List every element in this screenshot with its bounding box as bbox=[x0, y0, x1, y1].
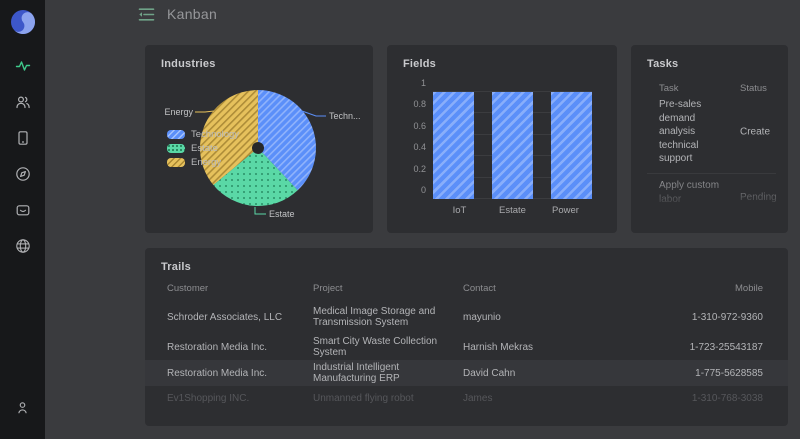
legend-label: Technology bbox=[191, 128, 240, 140]
divider bbox=[647, 173, 776, 174]
sidebar-item-profile[interactable] bbox=[8, 389, 38, 425]
cell-mobile: 1-310-768-3038 bbox=[691, 393, 763, 404]
fields-card-title: Fields bbox=[403, 58, 436, 70]
legend-item-technology[interactable]: Technology bbox=[167, 128, 240, 140]
x-axis-label: IoT bbox=[452, 205, 467, 216]
energy-swatch-icon bbox=[167, 157, 185, 167]
cell-customer: Restoration Media Inc. bbox=[167, 367, 268, 379]
fields-bar-chart: 0 0.2 0.4 0.6 0.8 1 bbox=[413, 78, 592, 199]
y-axis-tick: 0.4 bbox=[413, 142, 426, 153]
legend-label: Energy bbox=[191, 156, 222, 168]
sidebar-item-users[interactable] bbox=[8, 84, 38, 120]
sidebar bbox=[0, 0, 45, 439]
bar-iot bbox=[433, 92, 474, 199]
tasks-col-status: Status bbox=[740, 83, 767, 94]
industries-card: Industries Energy Techn... Estate Techno… bbox=[145, 45, 373, 233]
cell-project: Smart City Waste Collection System bbox=[313, 336, 438, 358]
cell-contact: James bbox=[463, 393, 493, 404]
pie-callout-technology: Techn... bbox=[329, 111, 361, 121]
bar-x-axis-labels: IoT Estate Power bbox=[433, 205, 592, 216]
task-status: Pending bbox=[740, 191, 777, 203]
inbox-icon bbox=[15, 202, 31, 218]
cell-mobile: 1-310-972-9360 bbox=[691, 311, 763, 323]
trails-col-customer: Customer bbox=[167, 282, 209, 294]
tasks-table-header: Task Status bbox=[659, 83, 774, 94]
y-axis-tick: 0.6 bbox=[413, 120, 426, 131]
legend-item-estate[interactable]: Estate bbox=[167, 142, 239, 154]
users-icon bbox=[15, 94, 31, 110]
pie-callout-energy: Energy bbox=[164, 107, 193, 117]
trails-col-project: Project bbox=[313, 282, 343, 294]
app-logo[interactable] bbox=[9, 8, 37, 36]
page-title: Kanban bbox=[167, 6, 218, 22]
cell-mobile: 1-775-5628585 bbox=[695, 367, 763, 379]
trails-col-contact: Contact bbox=[463, 282, 496, 294]
technology-swatch-icon bbox=[167, 129, 185, 139]
bar-estate bbox=[492, 92, 533, 199]
activity-icon bbox=[15, 58, 31, 74]
cell-project: Industrial Intelligent Manufacturing ERP bbox=[313, 362, 400, 384]
top-header: Kanban bbox=[45, 0, 800, 30]
fields-card: Fields 0 0.2 0.4 0.6 0.8 1 IoT Estate Power bbox=[387, 45, 617, 233]
cell-customer: Ev1Shopping INC. bbox=[167, 393, 250, 404]
sidebar-item-explore[interactable] bbox=[8, 156, 38, 192]
tasks-card: Tasks Task Status Pre-sales demand analy… bbox=[631, 45, 788, 233]
task-row: Pre-sales demand analysis technical supp… bbox=[659, 98, 778, 166]
cell-contact: Harnish Mekras bbox=[463, 341, 534, 353]
bar-power bbox=[551, 92, 592, 199]
tasks-col-task: Task bbox=[659, 83, 679, 94]
menu-fold-icon[interactable] bbox=[138, 7, 156, 23]
x-axis-label: Estate bbox=[499, 205, 526, 216]
y-axis-tick: 1 bbox=[420, 78, 426, 88]
sidebar-item-devices[interactable] bbox=[8, 120, 38, 156]
table-row[interactable]: Restoration Media Inc. Industrial Intell… bbox=[145, 360, 788, 386]
trails-col-mobile: Mobile bbox=[735, 282, 763, 294]
table-row[interactable]: Restoration Media Inc. Smart City Waste … bbox=[145, 334, 788, 360]
sidebar-item-web[interactable] bbox=[8, 228, 38, 264]
globe-icon bbox=[15, 238, 31, 254]
table-row[interactable]: Schroder Associates, LLC Medical Image S… bbox=[145, 300, 788, 334]
user-icon bbox=[15, 400, 30, 415]
x-axis-label: Power bbox=[552, 205, 579, 216]
pie-callout-estate: Estate bbox=[269, 209, 295, 219]
estate-swatch-icon bbox=[167, 143, 185, 153]
task-name: Apply custom labor bbox=[659, 180, 720, 205]
y-axis-tick: 0 bbox=[420, 185, 426, 195]
y-axis-tick: 0.2 bbox=[413, 163, 426, 174]
pie-legend: Technology Estate Energy bbox=[167, 128, 240, 168]
tablet-icon bbox=[15, 130, 31, 146]
compass-icon bbox=[15, 166, 31, 182]
trails-card-title: Trails bbox=[161, 261, 191, 273]
trails-table-body: Schroder Associates, LLC Medical Image S… bbox=[145, 300, 788, 411]
cell-contact: mayunio bbox=[463, 311, 501, 323]
trails-table-header: Customer Project Contact Mobile bbox=[145, 281, 788, 295]
task-name: Pre-sales demand analysis technical supp… bbox=[659, 99, 702, 164]
legend-item-energy[interactable]: Energy bbox=[167, 156, 239, 168]
tasks-card-title: Tasks bbox=[647, 58, 679, 70]
cell-contact: David Cahn bbox=[463, 367, 516, 379]
legend-label: Estate bbox=[191, 142, 218, 154]
task-status: Create bbox=[740, 126, 771, 137]
sidebar-item-dashboard[interactable] bbox=[8, 48, 38, 84]
sidebar-item-inbox[interactable] bbox=[8, 192, 38, 228]
table-row[interactable]: Ev1Shopping INC. Unmanned flying robot J… bbox=[145, 386, 788, 411]
trails-card: Trails Customer Project Contact Mobile S… bbox=[145, 248, 788, 426]
cell-project: Unmanned flying robot bbox=[313, 393, 414, 404]
cell-mobile: 1-723-25543187 bbox=[689, 341, 763, 353]
cell-project: Medical Image Storage and Transmission S… bbox=[313, 306, 436, 328]
cell-customer: Schroder Associates, LLC bbox=[167, 311, 283, 323]
task-row: Apply custom labor Pending bbox=[659, 179, 778, 206]
y-axis-tick: 0.8 bbox=[413, 99, 426, 110]
cell-customer: Restoration Media Inc. bbox=[167, 341, 268, 353]
